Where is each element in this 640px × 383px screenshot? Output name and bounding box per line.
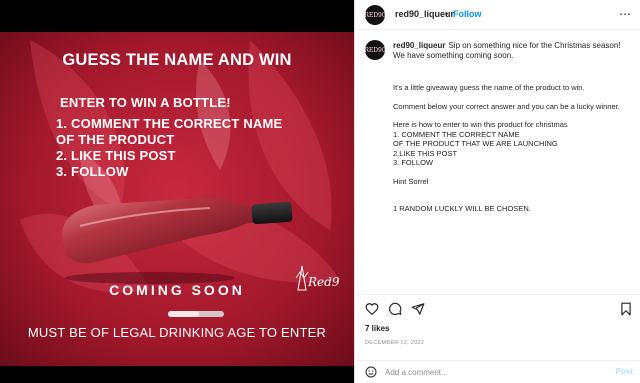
logo-text: Red90 [307, 275, 340, 289]
image-step: 1. COMMENT THE CORRECT NAME [56, 116, 283, 131]
image-steps: 1. COMMENT THE CORRECT NAME OF THE PRODU… [56, 116, 282, 180]
image-title: GUESS THE NAME AND WIN [62, 51, 292, 69]
heart-icon[interactable] [365, 302, 379, 316]
carousel-progress-fill [168, 311, 199, 317]
post-image[interactable]: GUESS THE NAME AND WIN ENTER TO WIN A BO… [0, 0, 354, 383]
caption-line: Hint Sorrel [393, 176, 429, 186]
avatar[interactable]: RED90 [364, 5, 386, 25]
follow-button[interactable]: Follow [453, 9, 482, 19]
share-icon[interactable] [411, 302, 425, 316]
brand-logo: Red90 [295, 265, 340, 291]
post-date: DECEMBER 12, 2022 [365, 340, 425, 346]
caption-line: Here is how to enter to win this product… [393, 120, 568, 129]
emoji-icon[interactable] [365, 366, 377, 378]
bookmark-icon[interactable] [619, 302, 633, 316]
caption-line: 3. FOLLOW [393, 158, 434, 167]
caption-line: 1. COMMENT THE CORRECT NAME [393, 129, 520, 139]
post-comment-button[interactable]: Post [616, 367, 633, 376]
image-step: OF THE PRODUCT [56, 132, 175, 147]
comment-icon[interactable] [388, 302, 402, 316]
caption-intro: red90_liqueur Sip on something nice for t… [393, 41, 631, 61]
caption-username[interactable]: red90_liqueur [393, 41, 445, 50]
caption-line: It's a little giveaway guess the name of… [393, 83, 585, 92]
caption-line: 1 RANDOM LUCKLY WILL BE CHOSEN. [393, 204, 531, 213]
legal-disclaimer: MUST BE OF LEGAL DRINKING AGE TO ENTER [27, 325, 327, 340]
caption-line: 2.LIKE THIS POST [393, 148, 458, 158]
action-bar [355, 294, 640, 322]
post-details-panel: RED90 red90_liqueur • Follow ⋯ RED90 red… [354, 0, 640, 383]
image-step: 3. FOLLOW [56, 164, 129, 179]
comment-bar: Post [355, 360, 640, 383]
image-subtitle: ENTER TO WIN A BOTTLE! [60, 95, 231, 110]
caption-line: Comment below your correct answer and yo… [393, 101, 620, 111]
post-header: RED90 red90_liqueur • Follow ⋯ [355, 0, 640, 30]
likes-count[interactable]: 7 likes [365, 324, 389, 333]
carousel-progress-bar [168, 311, 224, 317]
caption-line: OF THE PRODUCT THAT WE ARE LAUNCHING [393, 139, 558, 148]
separator-dot: • [445, 9, 449, 19]
more-options-icon[interactable]: ⋯ [619, 8, 631, 20]
image-step: 2. LIKE THIS POST [56, 148, 176, 163]
caption-avatar[interactable]: RED90 [364, 40, 386, 60]
caption-body: It's a little giveaway guess the name of… [393, 83, 631, 214]
comment-input[interactable] [385, 365, 605, 379]
instagram-post-window: GUESS THE NAME AND WIN ENTER TO WIN A BO… [0, 0, 640, 383]
